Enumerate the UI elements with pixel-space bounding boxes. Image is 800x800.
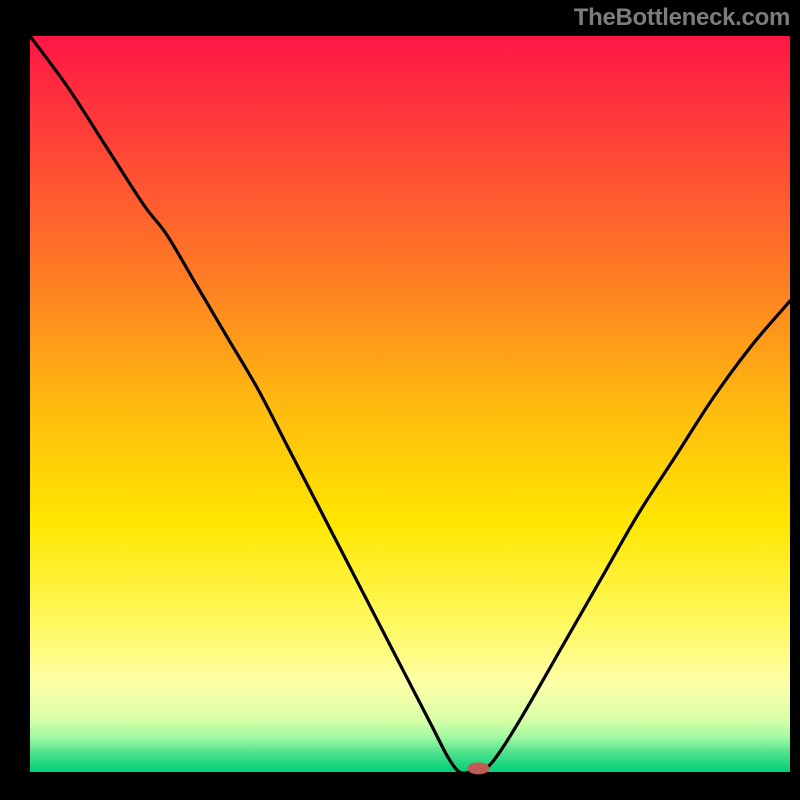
chart-frame: TheBottleneck.com (0, 0, 800, 800)
watermark-text: TheBottleneck.com (574, 4, 790, 32)
bottleneck-plot (0, 0, 800, 800)
optimum-marker (467, 762, 489, 774)
plot-background (30, 36, 790, 772)
